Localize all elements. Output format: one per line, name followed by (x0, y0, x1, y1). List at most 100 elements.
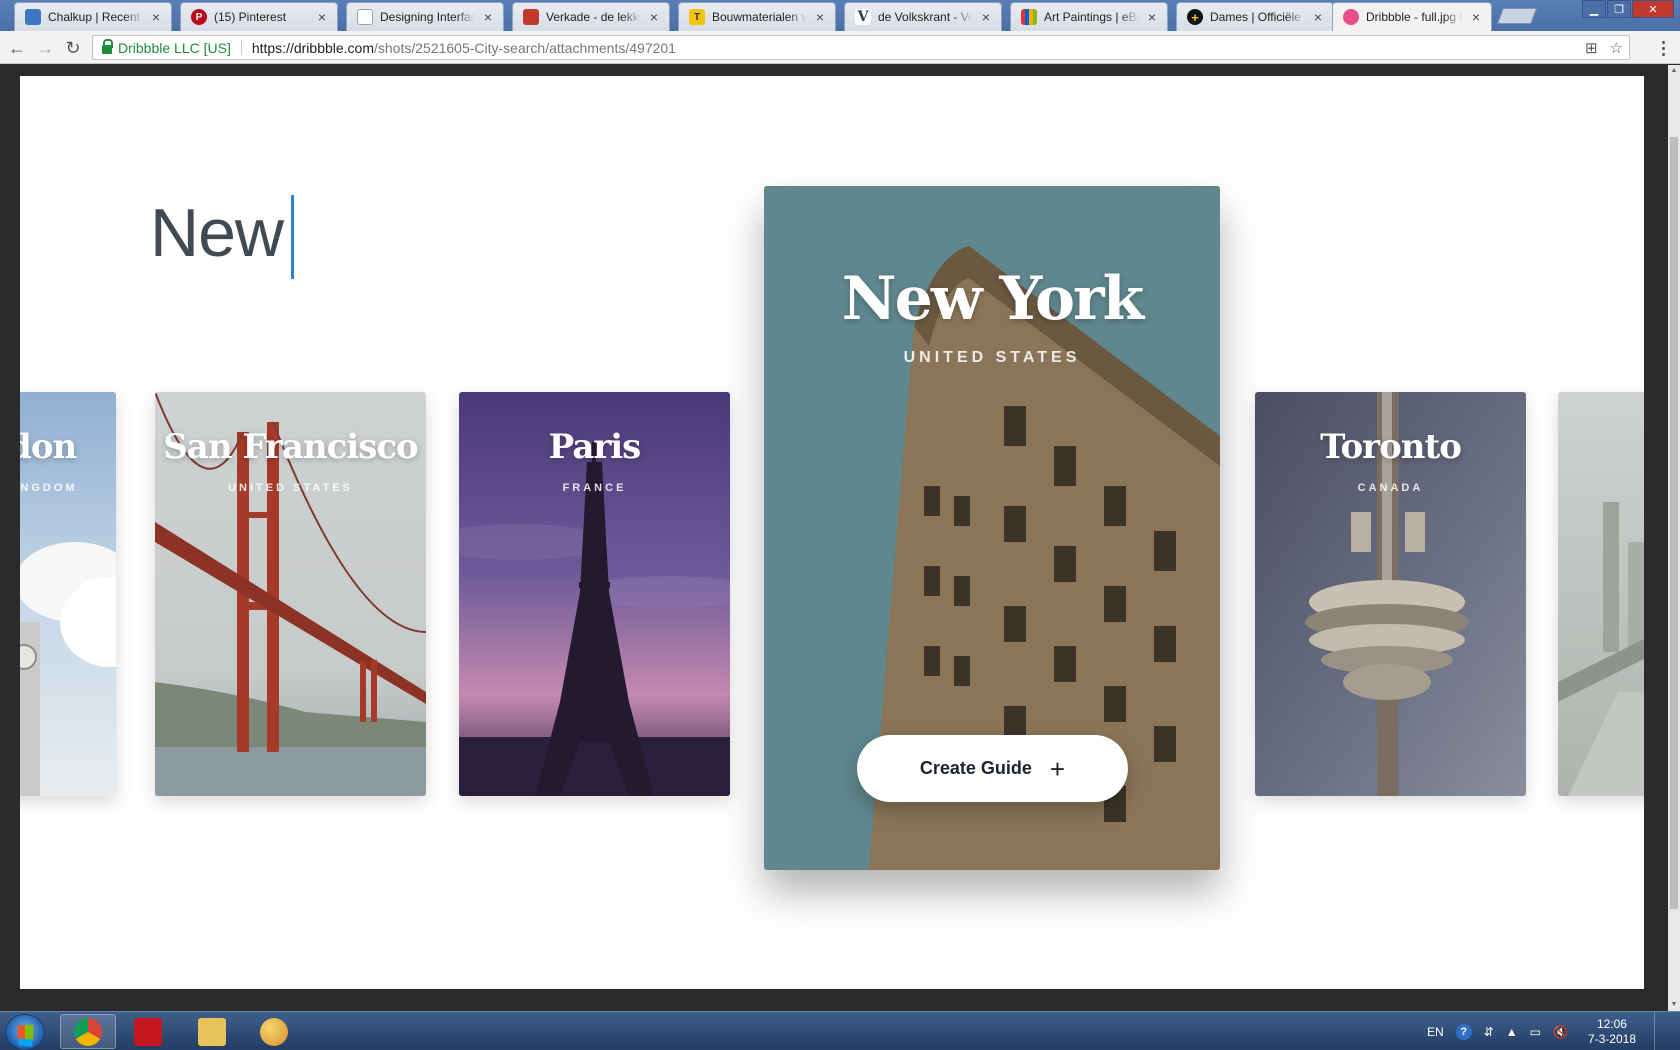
translate-icon[interactable]: ⊞ (1585, 39, 1598, 57)
tab-title: Art Paintings | eBay (1044, 10, 1139, 24)
show-hidden-icons-icon[interactable]: ▲ (1506, 1025, 1518, 1039)
tab-bouwmaterialen[interactable]: T Bouwmaterialen vo × (678, 2, 836, 31)
folder-icon (198, 1017, 226, 1046)
city-card-london[interactable]: London UNITED KINGDOM (20, 392, 116, 796)
lock-icon (102, 38, 113, 54)
address-bar[interactable]: Dribbble LLC [US] https://dribbble.com /… (92, 35, 1630, 60)
plus-favicon-icon: + (1187, 9, 1203, 25)
scroll-up-icon[interactable]: ▲ (1668, 65, 1680, 77)
tab-chalkup[interactable]: Chalkup | Recent Ac × (14, 2, 172, 31)
action-center-icon[interactable]: ▭ (1530, 1025, 1541, 1039)
create-guide-button[interactable]: Create Guide + (857, 735, 1128, 802)
tab-close-icon[interactable]: × (1311, 9, 1325, 25)
tab-close-icon[interactable]: × (315, 9, 329, 25)
tab-title: Bouwmaterialen vo (712, 10, 807, 24)
city-country: UNITED STATES (228, 482, 353, 494)
browser-toolbar: ← → ↻ Dribbble LLC [US] https://dribbble… (0, 31, 1680, 64)
network-icon[interactable]: ⇵ (1484, 1025, 1494, 1039)
tab-title: Dribbble - full.jpg b (1366, 10, 1463, 24)
city-country: FRANCE (562, 482, 627, 494)
tab-title: Designing Interfaces (380, 10, 475, 24)
tab-pinterest[interactable]: P (15) Pinterest × (180, 2, 338, 31)
dribbble-shot-image: New London UNITED KINGDOM (20, 76, 1644, 989)
minimize-icon[interactable]: ▁ (1582, 0, 1606, 18)
back-icon[interactable]: ← (4, 35, 30, 61)
tab-close-icon[interactable]: × (979, 9, 993, 25)
city-search-input[interactable]: New (150, 194, 284, 272)
taskbar-acrobat[interactable] (120, 1014, 176, 1049)
taskbar-paint[interactable] (246, 1014, 302, 1049)
tab-verkade[interactable]: Verkade - de lekker × (512, 2, 670, 31)
city-name: San Francisco (163, 427, 418, 467)
url-host: https://dribbble.com (251, 39, 374, 56)
city-country: UNITED STATES (903, 349, 1081, 366)
new-tab-button[interactable] (1497, 8, 1537, 24)
city-card-paris[interactable]: Paris FRANCE (459, 392, 730, 796)
bookmark-star-icon[interactable]: ☆ (1610, 39, 1623, 57)
tab-title: Verkade - de lekker (546, 10, 641, 24)
city-card-next[interactable] (1558, 392, 1644, 796)
start-button[interactable] (5, 1014, 45, 1050)
city-card-toronto[interactable]: Toronto CANADA (1255, 392, 1526, 796)
tab-close-icon[interactable]: × (647, 9, 661, 25)
tab-close-icon[interactable]: × (1469, 9, 1483, 25)
city-card-new-york[interactable]: New York UNITED STATES Create Guide + (764, 186, 1220, 870)
next-city-card-image (1558, 392, 1644, 796)
ebay-favicon-icon (1021, 9, 1037, 25)
browser-menu-icon[interactable] (1653, 35, 1673, 61)
clock-time: 12:06 (1596, 1016, 1627, 1031)
reload-icon[interactable]: ↻ (60, 35, 86, 61)
scrollbar-thumb[interactable] (1670, 137, 1678, 909)
dribbble-favicon-icon (1343, 9, 1359, 25)
tab-close-icon[interactable]: × (1145, 9, 1159, 25)
taskbar-chrome[interactable] (60, 1014, 116, 1049)
tab-title: Dames | Officiële w (1210, 10, 1305, 24)
tab-close-icon[interactable]: × (813, 9, 827, 25)
city-card-san-francisco[interactable]: San Francisco UNITED STATES (155, 392, 426, 796)
window-controls: ▁ ❐ ✕ (1581, 0, 1674, 18)
paint-icon (260, 1017, 288, 1046)
volume-muted-icon[interactable]: 🔇 (1553, 1025, 1568, 1039)
bouwmaterialen-favicon-icon: T (689, 9, 705, 25)
tab-strip: Chalkup | Recent Ac × P (15) Pinterest ×… (0, 0, 1680, 31)
chalkup-favicon-icon (25, 9, 41, 25)
clock[interactable]: 12:06 7-3-2018 (1588, 1017, 1636, 1047)
verkade-favicon-icon (523, 9, 539, 25)
page-scrollbar[interactable]: ▲ ▼ (1668, 65, 1680, 1011)
system-tray: EN ? ⇵ ▲ ▭ 🔇 12:06 7-3-2018 (1427, 1012, 1680, 1050)
chrome-icon (74, 1017, 102, 1046)
show-desktop-button[interactable] (1654, 1012, 1668, 1050)
tab-designing-interfaces[interactable]: Designing Interfaces × (346, 2, 504, 31)
text-caret (291, 195, 294, 279)
city-name: London (20, 427, 77, 467)
language-indicator[interactable]: EN (1427, 1025, 1444, 1039)
secure-label: Dribbble LLC [US] (118, 39, 231, 56)
omnibox-icons: ⊞ ☆ (1585, 39, 1623, 57)
taskbar-explorer[interactable] (184, 1014, 240, 1049)
city-country: CANADA (1357, 482, 1424, 494)
tab-close-icon[interactable]: × (481, 9, 495, 25)
city-name: Paris (548, 427, 642, 467)
volkskrant-favicon-icon: V (855, 9, 871, 25)
plus-icon: + (1049, 753, 1066, 784)
city-name: New York (841, 264, 1144, 334)
help-icon[interactable]: ? (1455, 1023, 1472, 1040)
city-name: Toronto (1320, 427, 1462, 467)
clock-date: 7-3-2018 (1587, 1031, 1636, 1046)
pinterest-favicon-icon: P (191, 9, 207, 25)
acrobat-icon (134, 1017, 162, 1046)
url-path: /shots/2521605-City-search/attachments/4… (374, 39, 676, 56)
tab-dribbble[interactable]: Dribbble - full.jpg b × (1332, 2, 1492, 31)
tab-dames[interactable]: + Dames | Officiële w × (1176, 2, 1334, 31)
tab-ebay[interactable]: Art Paintings | eBay × (1010, 2, 1168, 31)
url-divider (240, 40, 242, 55)
forward-icon[interactable]: → (32, 35, 58, 61)
maximize-icon[interactable]: ❐ (1607, 0, 1631, 18)
create-guide-label: Create Guide (919, 758, 1032, 778)
scroll-down-icon[interactable]: ▼ (1668, 999, 1680, 1011)
close-icon[interactable]: ✕ (1632, 0, 1674, 18)
document-favicon-icon (357, 9, 373, 25)
windows-taskbar: EN ? ⇵ ▲ ▭ 🔇 12:06 7-3-2018 (0, 1011, 1680, 1050)
tab-volkskrant[interactable]: V de Volkskrant - Voo × (844, 2, 1002, 31)
tab-close-icon[interactable]: × (149, 9, 163, 25)
